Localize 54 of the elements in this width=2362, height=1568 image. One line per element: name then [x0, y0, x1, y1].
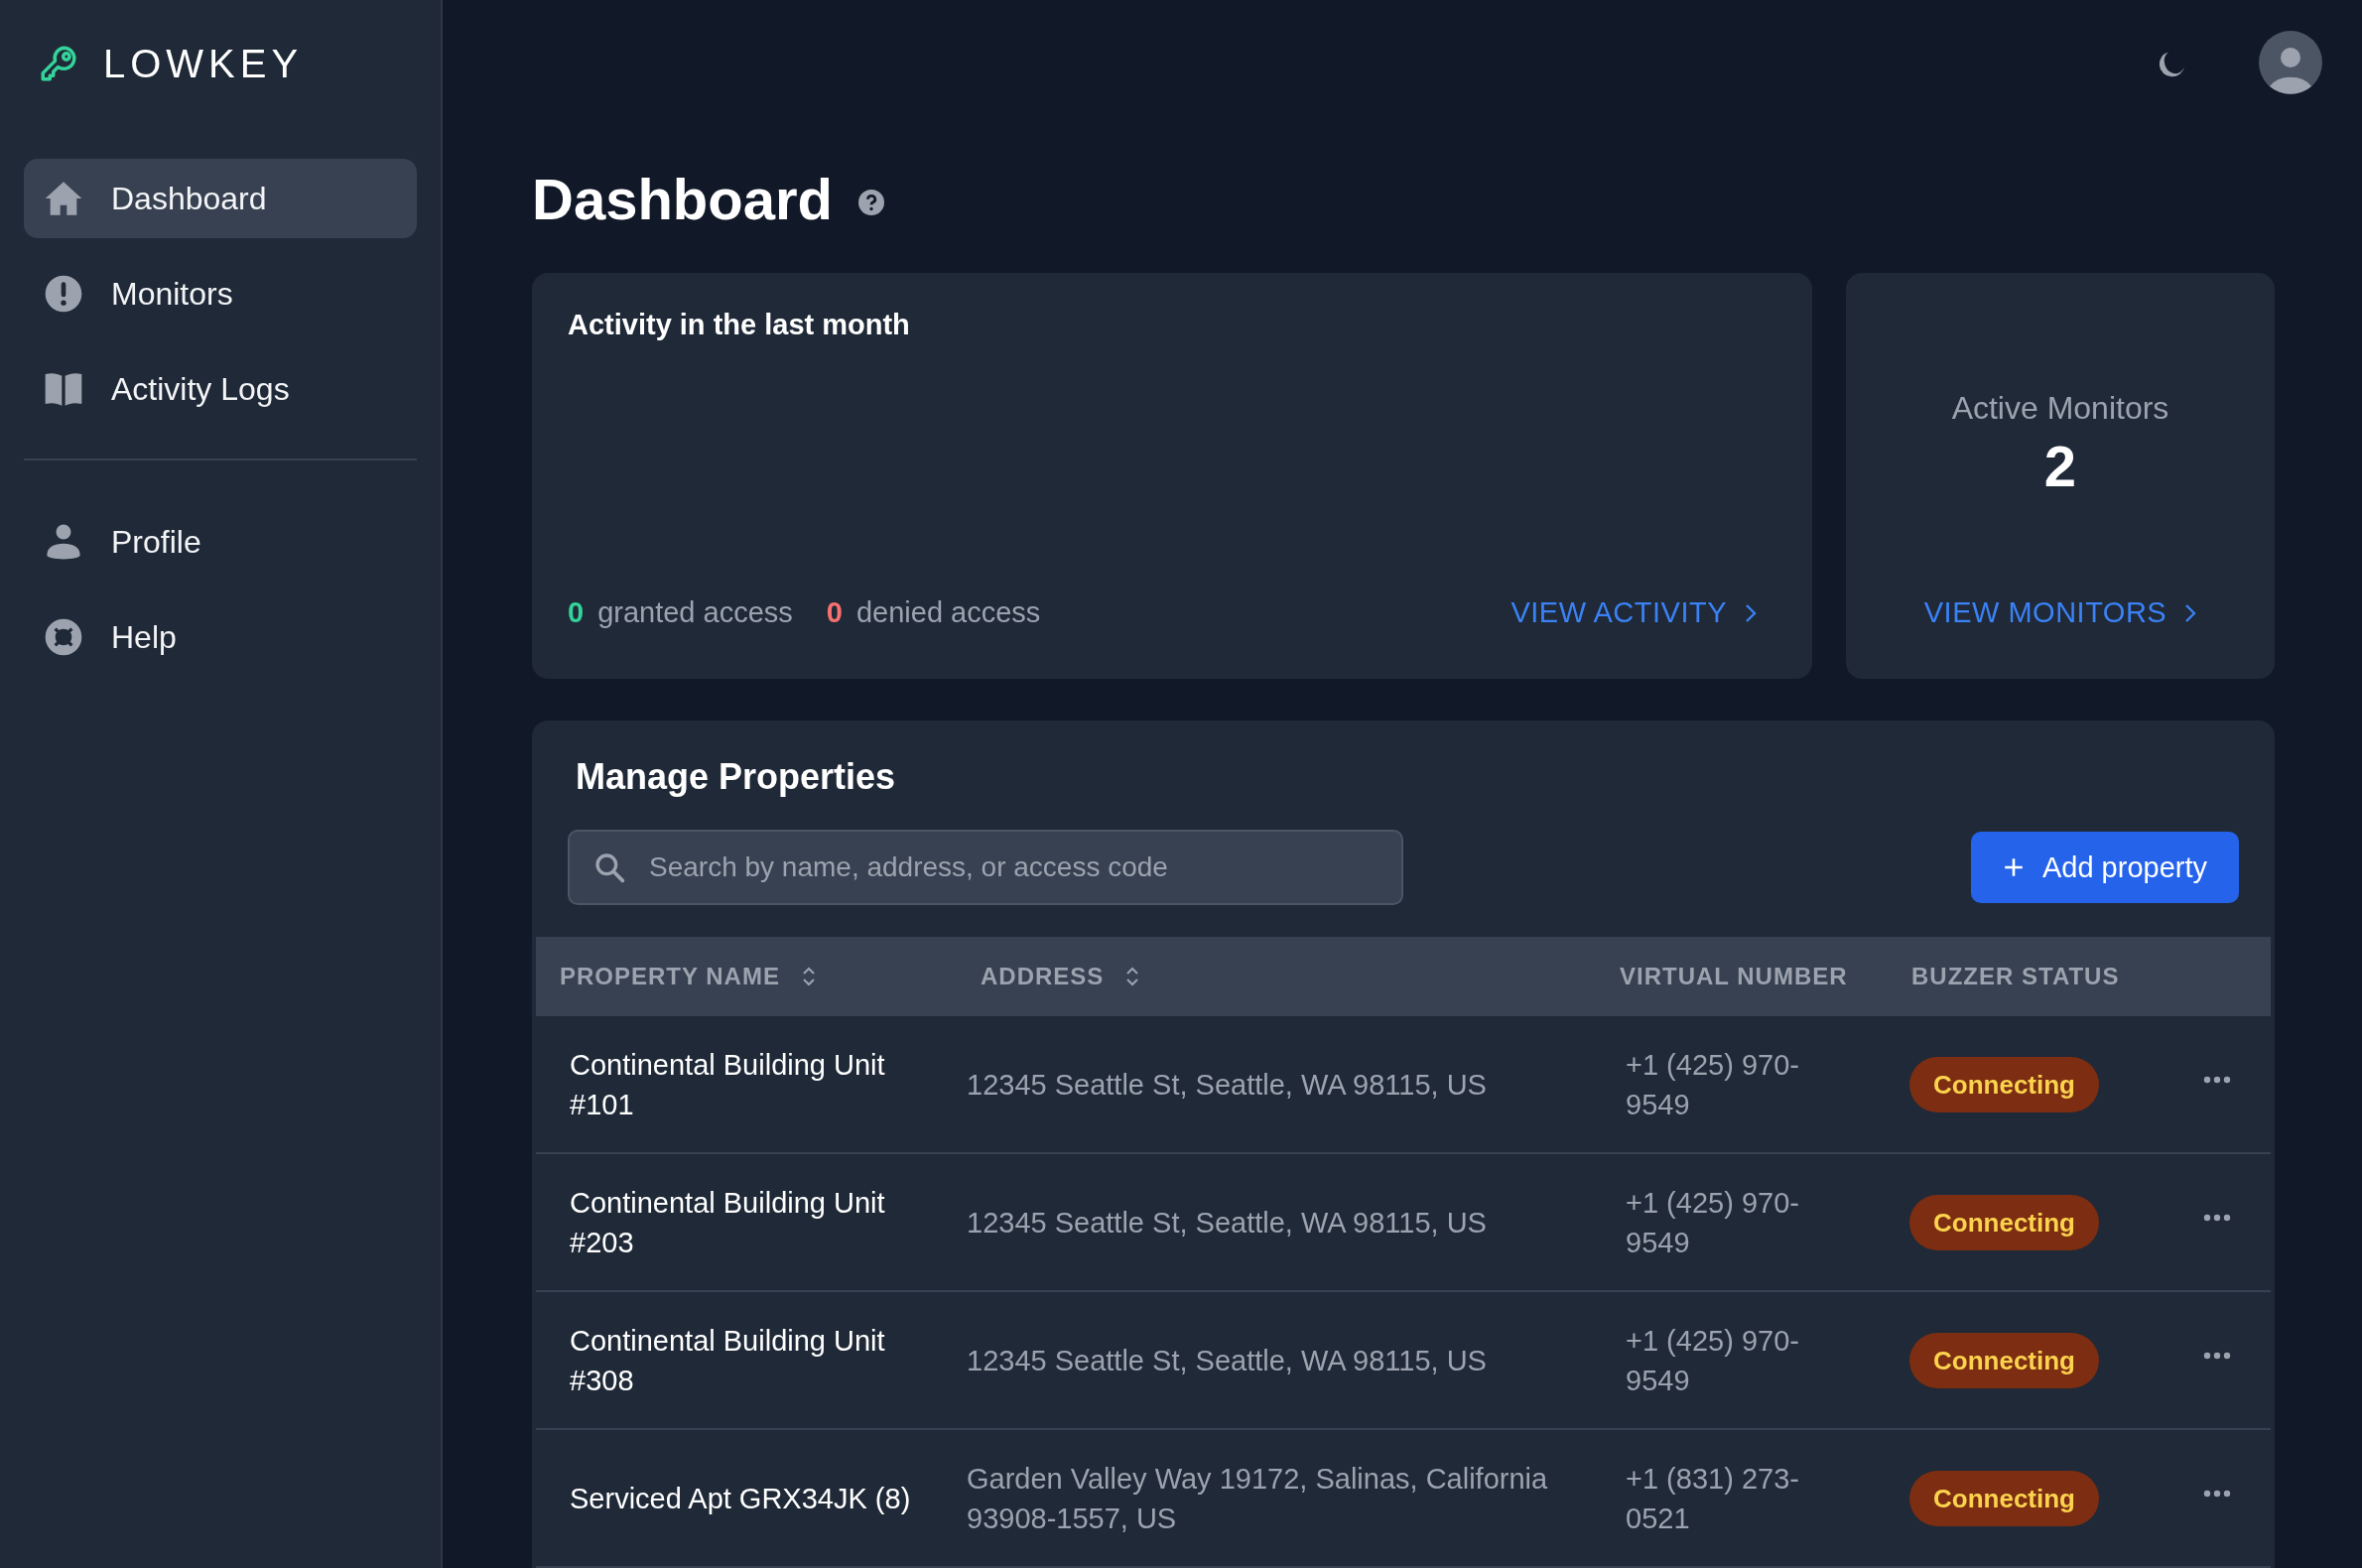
status-badge: Connecting [1909, 1470, 2099, 1526]
column-header[interactable]: PROPERTY NAME [536, 963, 957, 990]
property-name: Continental Building Unit #308 [570, 1323, 886, 1398]
sort-icon[interactable] [1125, 966, 1140, 987]
plus-icon [2002, 856, 2025, 878]
column-header[interactable]: ADDRESS [957, 963, 1612, 990]
granted-count: 0 [568, 596, 585, 629]
status-badge: Connecting [1909, 1194, 2099, 1250]
address-text: 12345 Seattle St, Seattle, WA 98115, US [967, 1343, 1488, 1378]
nav-item[interactable]: Dashboard [24, 159, 417, 238]
avatar-icon[interactable] [2259, 31, 2322, 95]
status-badge: Connecting [1909, 1332, 2099, 1388]
phone-number: +1 (425) 970-9549 [1626, 1323, 1800, 1398]
address-text: 12345 Seattle St, Seattle, WA 98115, US [967, 1205, 1488, 1241]
stat-label: Active Monitors [1951, 390, 2169, 428]
granted-label: granted access [597, 596, 793, 629]
alert-icon [44, 274, 83, 314]
chevron-right-icon [1745, 602, 1757, 623]
lifebuoy-icon [44, 617, 83, 657]
property-name: Continental Building Unit #101 [570, 1047, 886, 1122]
nav-item[interactable]: Monitors [24, 254, 417, 333]
more-icon[interactable] [2203, 1351, 2231, 1360]
denied-label: denied access [855, 596, 1041, 629]
column-header: BUZZER STATUS [1910, 963, 2121, 990]
denied-count: 0 [826, 596, 843, 629]
help-icon[interactable] [857, 189, 884, 215]
nav-item[interactable]: Help [24, 597, 417, 677]
status-badge: Connecting [1909, 1056, 2099, 1112]
view-monitors-link[interactable]: VIEW MONITORS [1923, 596, 2197, 629]
page-title: Dashboard [532, 166, 833, 233]
phone-number: +1 (831) 273-0521 [1626, 1461, 1800, 1536]
person-icon [44, 522, 83, 562]
column-header: VIRTUAL NUMBER [1619, 963, 1849, 990]
search-field[interactable]: Search by name, address, or access code [568, 830, 1403, 905]
brand-name: LOWKEY [103, 41, 304, 86]
nav-item[interactable]: Activity Logs [24, 349, 417, 429]
search-icon [593, 851, 625, 883]
address-text: Garden Valley Way 19172, Salinas, California 93908-1557, US [967, 1461, 1549, 1536]
more-icon[interactable] [2203, 1213, 2231, 1222]
chevron-right-icon [2184, 602, 2197, 623]
stat-value: 2 [2043, 433, 2077, 500]
property-name: Serviced Apt GRX34JK (8) [570, 1481, 912, 1516]
phone-number: +1 (425) 970-9549 [1626, 1047, 1800, 1122]
phone-number: +1 (425) 970-9549 [1626, 1185, 1800, 1260]
property-name: Continental Building Unit #203 [570, 1185, 886, 1260]
sort-icon[interactable] [801, 966, 816, 987]
card-title: Activity in the last month [568, 309, 911, 342]
more-icon[interactable] [2203, 1489, 2231, 1498]
section-title: Manage Properties [576, 756, 897, 798]
view-activity-link[interactable]: VIEW ACTIVITY [1510, 596, 1757, 629]
add-property-button[interactable]: Add property [1970, 832, 2239, 903]
more-icon[interactable] [2203, 1075, 2231, 1084]
address-text: 12345 Seattle St, Seattle, WA 98115, US [967, 1067, 1488, 1103]
nav-item[interactable]: Profile [24, 502, 417, 582]
